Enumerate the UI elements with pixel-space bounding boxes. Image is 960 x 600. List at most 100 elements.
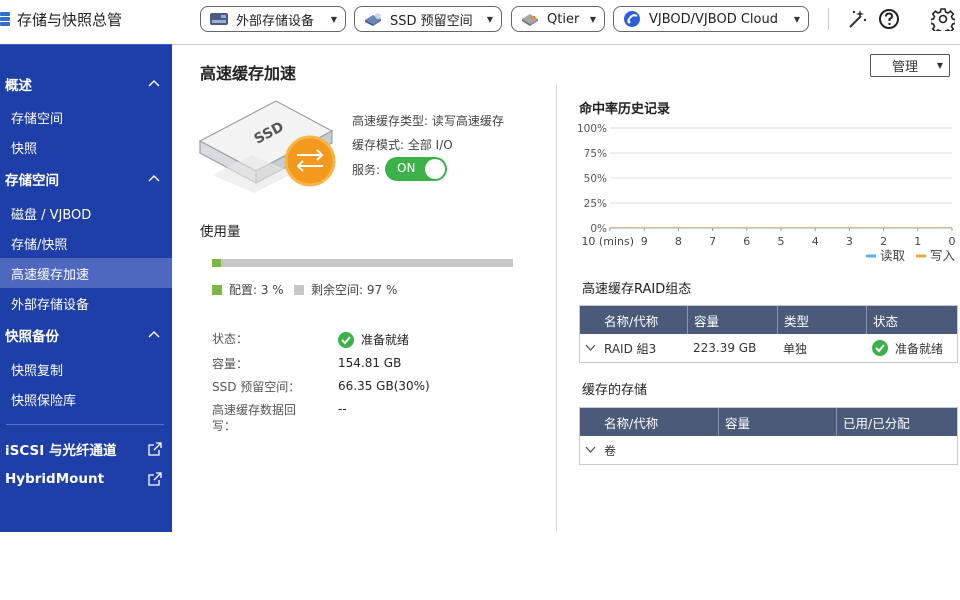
sidebar-group-snapshot-backup[interactable]: 快照备份 [0,320,172,350]
top-bar: 存储与快照总管 外部存储设备 ▼ SSD 预留空间 ▼ Qtier ▼ VJBO… [0,0,960,44]
sidebar-item-disks-vjbod[interactable]: 磁盘 / VJBOD [0,198,172,228]
ssd-cache-illustration: SSD [198,100,336,193]
column-header[interactable]: 名称/代称 [580,408,718,436]
vjbod-dropdown[interactable]: VJBOD/VJBOD Cloud ▼ [613,6,809,32]
status-text: 准备就绪 [895,341,944,356]
service-label: 服务: [352,163,381,177]
app-title: 存储与快照总管 [0,9,122,29]
external-link-icon [148,442,162,456]
sidebar-item-storage-snapshot[interactable]: 存储/快照 [0,228,172,258]
chevron-up-icon [148,331,160,338]
y-tick-label: 0% [590,223,607,235]
sidebar-item-snapshot-replica[interactable]: 快照复制 [0,354,172,384]
chevron-down-icon[interactable] [585,444,596,455]
column-header[interactable]: 名称/代称 [580,306,687,334]
gear-icon [931,8,955,31]
cache-mode: 缓存模式: 全部 I/O [352,138,453,152]
y-tick-label: 75% [584,148,607,160]
chevron-down-icon[interactable] [585,342,596,353]
chevron-up-icon [148,80,160,87]
storage-table-title: 缓存的存储 [582,383,648,398]
usage-title: 使用量 [200,224,241,240]
detail-value-overprovision: 66.35 GB(30%) [338,379,430,393]
column-header[interactable]: 状态 [866,306,957,334]
sidebar-item-snapshot[interactable]: 快照 [0,132,172,162]
sidebar-item-hybridmount[interactable]: HybridMount [0,464,172,494]
chevron-down-icon: ▼ [589,14,596,24]
app-title-text: 存储与快照总管 [17,10,123,29]
chevron-down-icon: ▼ [936,61,943,70]
x-tick-label: 9 [641,235,648,248]
usage-bar [212,259,513,267]
x-tick-label: 3 [846,235,853,248]
x-tick-label: 2 [880,235,887,248]
detail-label: SSD 预留空间： [212,380,301,394]
x-tick-label: 5 [778,235,785,248]
sidebar-group-label: 快照备份 [5,329,59,345]
raid-table: 名称/代称 容量 类型 状态 RAID 組3 223.39 GB 单独 准备就绪 [579,305,958,363]
table-header: 名称/代称 容量 已用/已分配 [580,408,957,436]
legend-label: 写入 [930,248,956,263]
sidebar-item-label: 存储空间 [11,111,64,127]
detail-label: 高速缓存数据回写： [212,403,297,433]
main-panel: 高速缓存加速 管理 ▼ SSD 高速缓存类型: 读写高速缓存 缓存模式: 全部 … [172,44,960,534]
ssd-overprovision-dropdown[interactable]: SSD 预留空间 ▼ [354,6,502,32]
app-window: 存储与快照总管 外部存储设备 ▼ SSD 预留空间 ▼ Qtier ▼ VJBO… [0,0,960,600]
detail-value-capacity: 154.81 GB [338,356,402,370]
sidebar-item-iscsi[interactable]: iSCSI 与光纤通道 [0,434,172,464]
status-text: 准备就绪 [361,333,410,347]
table-row[interactable]: 卷 [580,436,957,464]
legend-swatch [212,284,222,295]
sidebar-item-snapshot-vault[interactable]: 快照保险库 [0,384,172,414]
usage-legend-free: 剩余空间: 97 % [294,281,397,298]
column-header[interactable]: 容量 [687,306,777,334]
chevron-down-icon: ▼ [486,14,493,24]
sidebar-item-label: 快照复制 [11,363,64,379]
raid-type: 单独 [783,341,808,356]
external-storage-label: 外部存储设备 [236,13,315,29]
sidebar-item-external-storage[interactable]: 外部存储设备 [0,288,172,318]
column-header[interactable]: 容量 [718,408,836,436]
ssd-icon [365,13,381,26]
table-row[interactable]: RAID 組3 223.39 GB 单独 准备就绪 [580,334,957,362]
x-tick-label: 6 [743,235,750,248]
manage-button[interactable]: 管理 ▼ [870,54,950,77]
external-drive-icon [210,13,228,25]
magic-wand-icon [849,10,867,28]
sidebar-group-storage[interactable]: 存储空间 [0,164,172,194]
raid-table-title: 高速缓存RAID组态 [582,282,692,297]
check-circle-icon [338,331,354,348]
ssd-overprovision-label: SSD 预留空间 [390,13,473,29]
sidebar-item-cache-acceleration[interactable]: 高速缓存加速 [0,258,172,288]
page-title: 高速缓存加速 [200,64,297,83]
external-storage-dropdown[interactable]: 外部存储设备 ▼ [200,6,346,32]
y-tick-label: 100% [577,123,607,135]
wizard-button[interactable] [845,7,869,31]
check-circle-icon [872,340,888,356]
detail-value-status: 准备就绪 [338,331,409,348]
chevron-up-icon [148,175,160,182]
help-button[interactable] [877,7,901,31]
legend-label: 读取 [880,248,906,263]
sidebar-item-label: 磁盘 / VJBOD [11,207,92,223]
sidebar-group-overview[interactable]: 概述 [0,69,172,99]
sidebar-item-label: 高速缓存加速 [11,267,90,283]
raid-name: RAID 組3 [604,341,657,356]
usage-legend-allocated: 配置: 3 % [212,281,284,298]
x-tick-label: 4 [812,235,819,248]
column-header[interactable]: 类型 [777,306,866,334]
detail-label: 容量： [212,357,249,371]
settings-button[interactable] [931,7,955,31]
x-tick-label: 7 [709,235,716,248]
sidebar-item-label: 快照 [11,141,38,157]
sidebar-item-storage-space[interactable]: 存储空间 [0,102,172,132]
manage-button-label: 管理 [892,60,919,75]
y-tick-label: 50% [584,173,607,185]
qtier-label: Qtier [547,11,580,27]
detail-value-writeback: -- [338,402,347,416]
service-toggle[interactable]: ON [385,157,447,181]
column-header[interactable]: 已用/已分配 [836,408,957,436]
qtier-dropdown[interactable]: Qtier ▼ [511,6,605,32]
service-toggle-text: ON [397,161,416,175]
sidebar-group-label: 存储空间 [5,173,59,189]
